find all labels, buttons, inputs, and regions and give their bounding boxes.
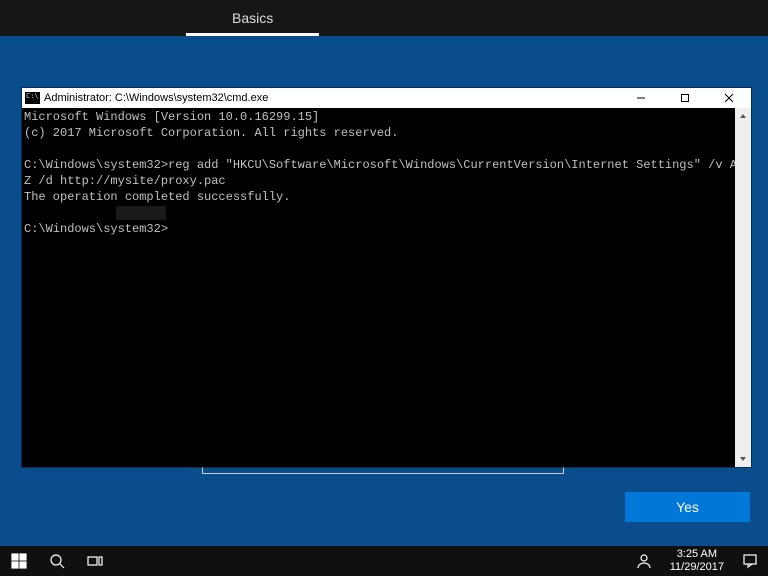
taskbar-clock[interactable]: 3:25 AM 11/29/2017: [662, 546, 732, 576]
close-button[interactable]: [707, 88, 751, 108]
task-view-button[interactable]: [76, 546, 114, 576]
scroll-up-button[interactable]: [735, 108, 751, 124]
people-icon: [636, 553, 652, 569]
top-nav: Basics: [0, 0, 768, 36]
scroll-track[interactable]: [735, 124, 751, 451]
cmd-scrollbar[interactable]: [735, 108, 751, 467]
task-view-icon: [87, 553, 103, 569]
search-button[interactable]: [38, 546, 76, 576]
minimize-button[interactable]: [619, 88, 663, 108]
input-border-peek: [202, 466, 564, 474]
close-icon: [724, 93, 734, 103]
start-button[interactable]: [0, 546, 38, 576]
cmd-title: Administrator: C:\Windows\system32\cmd.e…: [44, 92, 619, 104]
action-center-button[interactable]: [732, 546, 768, 576]
windows-icon: [11, 553, 27, 569]
window-controls: [619, 88, 751, 108]
cmd-output[interactable]: Microsoft Windows [Version 10.0.16299.15…: [22, 108, 735, 467]
taskbar-time: 3:25 AM: [670, 548, 724, 561]
notification-icon: [742, 553, 758, 569]
yes-button[interactable]: Yes: [625, 492, 750, 522]
chevron-up-icon: [739, 112, 747, 120]
tab-label: Basics: [232, 10, 273, 26]
cmd-icon: [25, 92, 40, 104]
yes-button-label: Yes: [676, 499, 699, 515]
tab-basics[interactable]: Basics: [186, 0, 319, 36]
maximize-button[interactable]: [663, 88, 707, 108]
cmd-window: Administrator: C:\Windows\system32\cmd.e…: [22, 88, 751, 467]
search-icon: [49, 553, 65, 569]
cmd-cursor: [116, 206, 166, 220]
taskbar: 3:25 AM 11/29/2017: [0, 546, 768, 576]
scroll-down-button[interactable]: [735, 451, 751, 467]
people-button[interactable]: [626, 546, 662, 576]
maximize-icon: [680, 93, 690, 103]
taskbar-date: 11/29/2017: [670, 561, 724, 574]
minimize-icon: [636, 93, 646, 103]
chevron-down-icon: [739, 455, 747, 463]
cmd-titlebar[interactable]: Administrator: C:\Windows\system32\cmd.e…: [22, 88, 751, 108]
